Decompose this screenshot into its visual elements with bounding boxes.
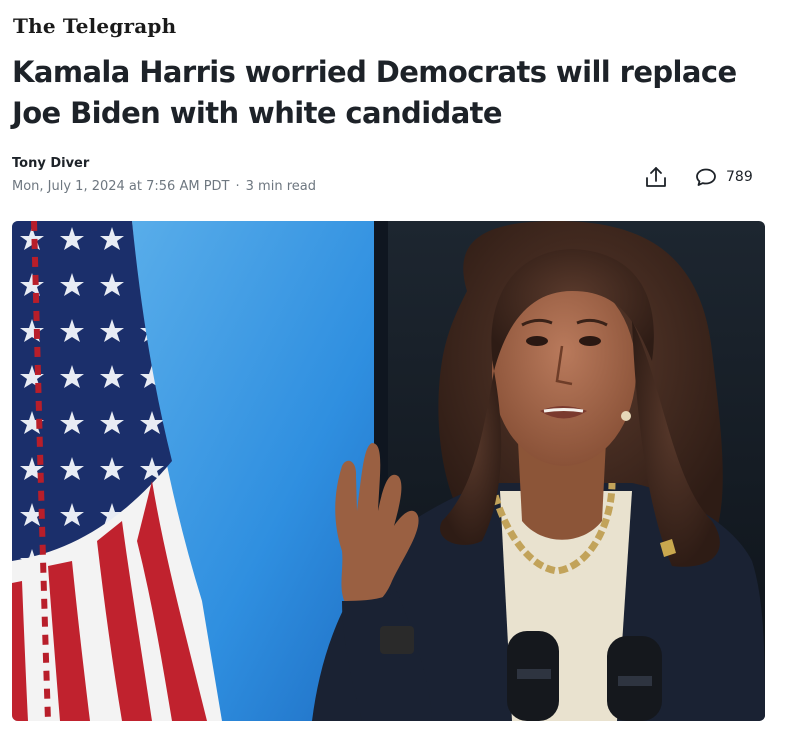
read-time: 3 min read (245, 179, 316, 194)
hero-image[interactable] (12, 221, 765, 721)
meta-separator: · (235, 179, 240, 194)
comments-button[interactable]: 789 (694, 161, 753, 193)
comment-bubble-icon (696, 168, 716, 186)
article-headline: Kamala Harris worried Democrats will rep… (12, 55, 737, 130)
publish-date: Mon, July 1, 2024 at 7:56 AM PDT (12, 179, 230, 194)
hero-photo-illustration (12, 221, 765, 721)
publisher-logo[interactable]: The Telegraph (13, 14, 176, 38)
author-name[interactable]: Tony Diver (12, 156, 89, 171)
share-button[interactable] (640, 161, 672, 193)
article-meta: Mon, July 1, 2024 at 7:56 AM PDT · 3 min r… (12, 179, 316, 194)
comment-count: 789 (726, 169, 753, 185)
share-icon (646, 167, 666, 187)
